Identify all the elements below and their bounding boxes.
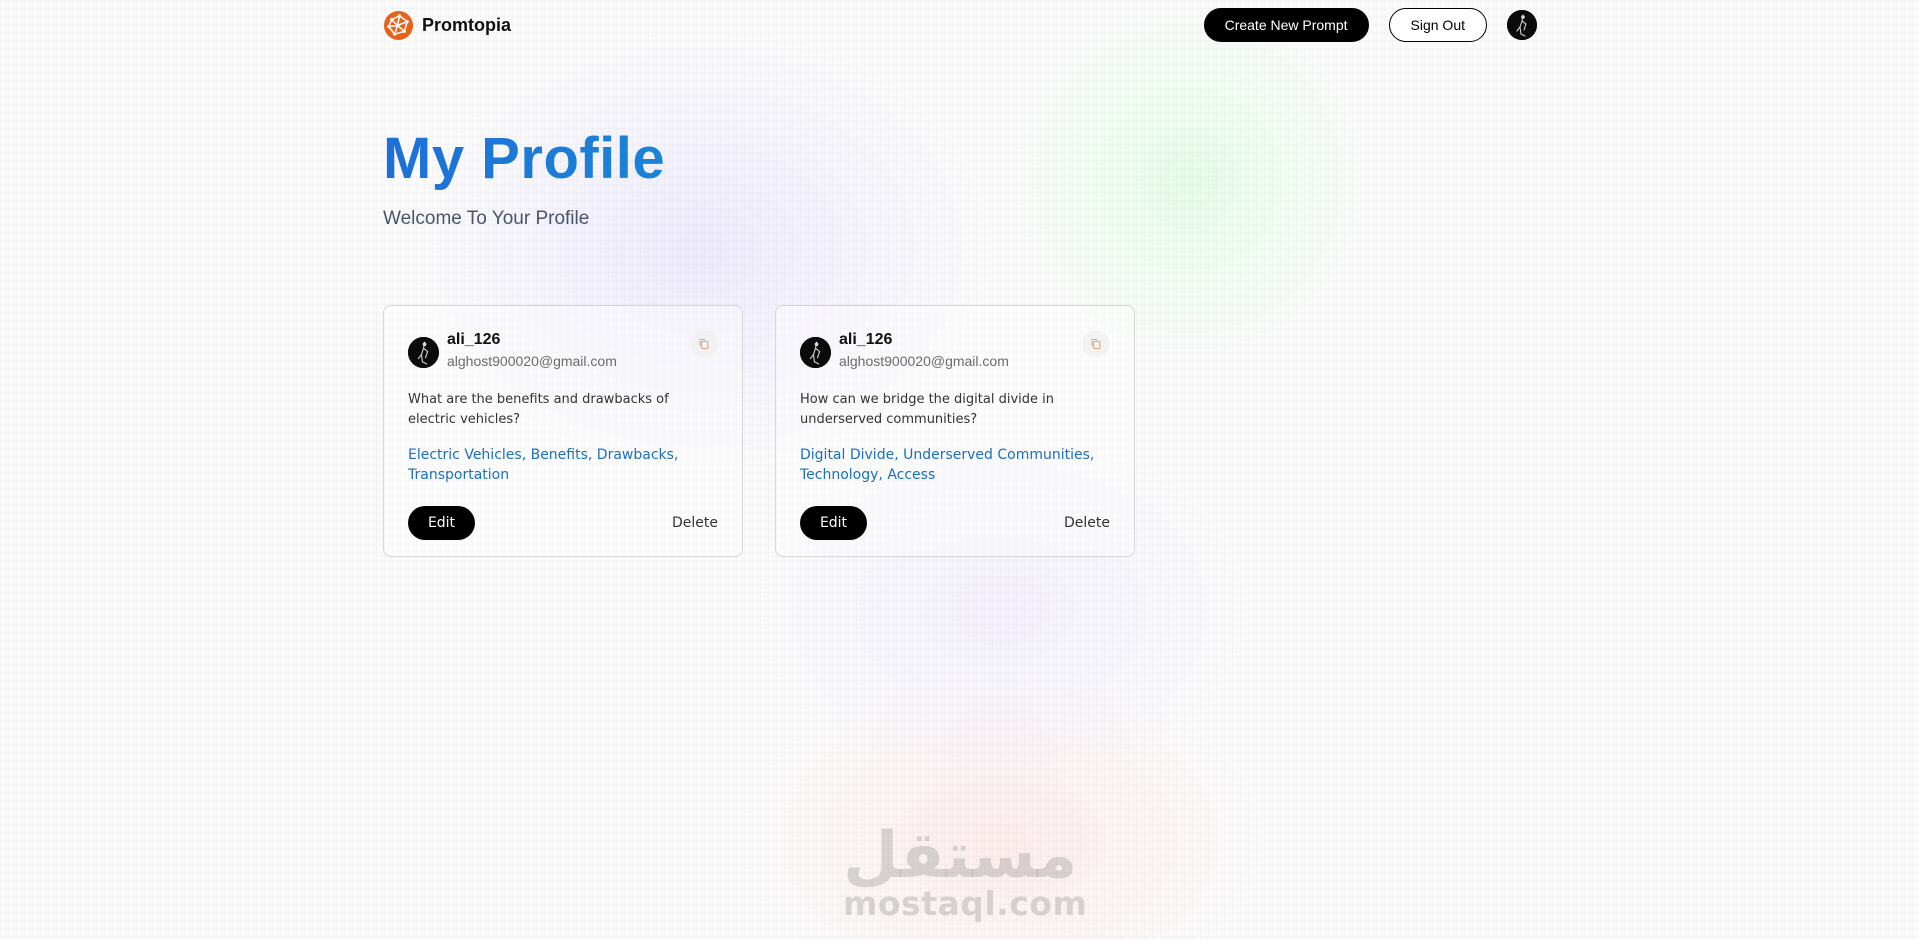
profile-page: Promtopia Create New Prompt Sign Out My <box>0 0 1918 940</box>
user-avatar-icon <box>408 337 439 368</box>
user-avatar-icon <box>800 337 831 368</box>
page-title: My Profile <box>383 124 665 194</box>
mostaql-watermark: مستقل mostaql.com <box>843 819 1088 923</box>
prompt-card-list: ali_126 alghost900020@gmail.com What are… <box>383 305 1135 557</box>
copy-icon <box>1091 339 1101 349</box>
author-info: ali_126 alghost900020@gmail.com <box>447 330 617 371</box>
edit-button[interactable]: Edit <box>800 506 867 540</box>
prompt-tags[interactable]: Digital Divide, Underserved Communities,… <box>800 445 1110 485</box>
card-actions: Edit Delete <box>800 506 1110 540</box>
author-username: ali_126 <box>447 331 501 348</box>
copy-icon <box>699 339 709 349</box>
brand-name: Promtopia <box>422 14 512 35</box>
author-info: ali_126 alghost900020@gmail.com <box>839 330 1009 371</box>
card-author[interactable]: ali_126 alghost900020@gmail.com <box>408 330 718 371</box>
prompt-tags[interactable]: Electric Vehicles, Benefits, Drawbacks, … <box>408 445 718 485</box>
prompt-card: ali_126 alghost900020@gmail.com What are… <box>383 305 743 557</box>
delete-button[interactable]: Delete <box>672 515 718 531</box>
prompt-card: ali_126 alghost900020@gmail.com How can … <box>775 305 1135 557</box>
edit-button[interactable]: Edit <box>408 506 475 540</box>
top-navbar: Promtopia Create New Prompt Sign Out <box>383 7 1537 43</box>
delete-button[interactable]: Delete <box>1064 515 1110 531</box>
watermark-latin: mostaql.com <box>843 884 1088 923</box>
copy-button[interactable] <box>1082 330 1110 358</box>
profile-avatar[interactable] <box>1507 10 1537 40</box>
prompt-text: What are the benefits and drawbacks of e… <box>408 392 669 427</box>
create-prompt-button[interactable]: Create New Prompt <box>1203 8 1369 42</box>
author-avatar <box>408 337 439 368</box>
sign-out-button[interactable]: Sign Out <box>1388 8 1487 42</box>
author-username: ali_126 <box>839 331 893 348</box>
page-subtitle: Welcome To Your Profile <box>383 208 590 229</box>
watermark-arabic: مستقل <box>843 819 1078 893</box>
card-actions: Edit Delete <box>408 506 718 540</box>
author-avatar <box>800 337 831 368</box>
author-email: alghost900020@gmail.com <box>447 353 617 369</box>
nav-actions: Create New Prompt Sign Out <box>1203 8 1537 42</box>
copy-button[interactable] <box>690 330 718 358</box>
card-author[interactable]: ali_126 alghost900020@gmail.com <box>800 330 1110 371</box>
user-avatar-icon <box>1507 10 1537 40</box>
brand[interactable]: Promtopia <box>383 10 511 41</box>
author-email: alghost900020@gmail.com <box>839 353 1009 369</box>
globe-network-icon <box>383 10 414 40</box>
prompt-text: How can we bridge the digital divide in … <box>800 392 1054 427</box>
